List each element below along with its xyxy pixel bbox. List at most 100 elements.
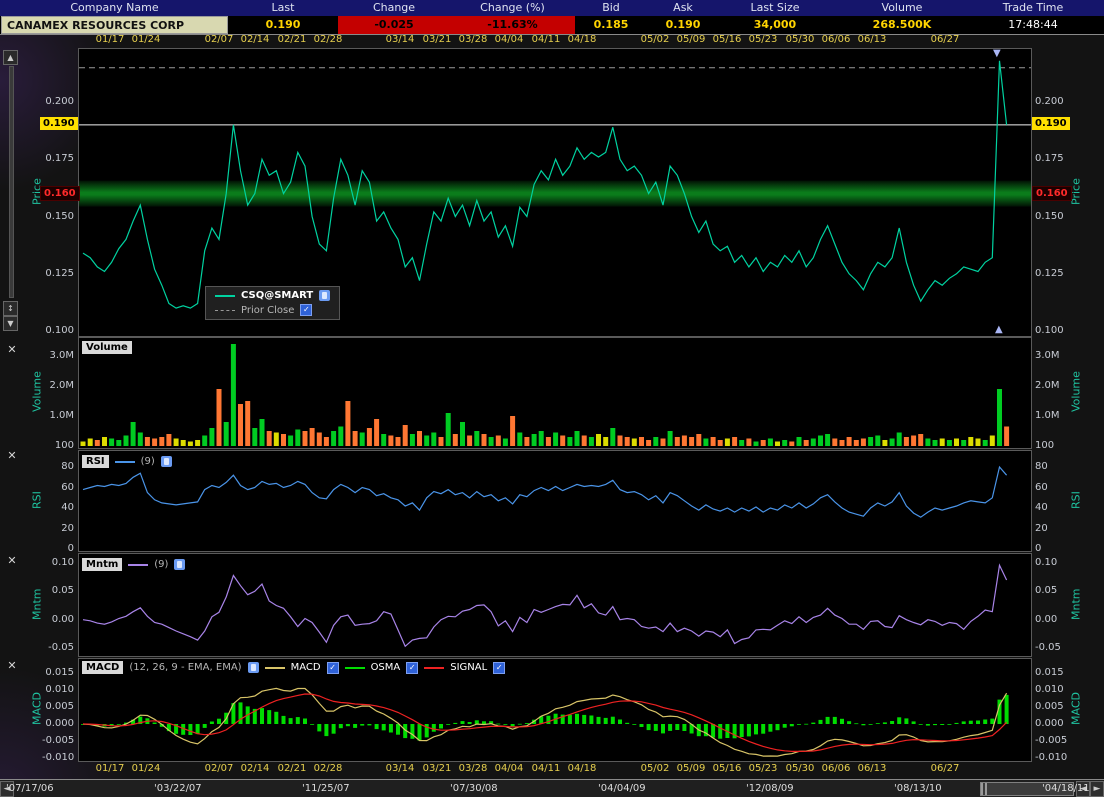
- mntm-chart[interactable]: [78, 553, 1032, 657]
- col-bid: Bid: [575, 0, 647, 16]
- price-line-sample: [215, 295, 235, 297]
- date-tick: 04/11: [532, 34, 561, 45]
- y-axis-tick: 0.200: [42, 96, 74, 107]
- alert-price-tag-left: 0.160: [40, 186, 80, 201]
- close-macd-panel-button[interactable]: ✕: [5, 659, 19, 673]
- mntm-axis-label-right: Mntm: [1069, 553, 1083, 655]
- bid-value: 0.185: [575, 16, 647, 34]
- y-axis-tick: 0.175: [42, 153, 74, 164]
- y-axis-tick: 100: [42, 440, 74, 451]
- top-date-axis: 01/1701/2402/0702/1402/2102/2803/1403/21…: [0, 34, 1104, 48]
- y-axis-tick: 0.125: [42, 268, 74, 279]
- y-axis-tick: -0.010: [42, 752, 74, 763]
- volume-panel-label: Volume: [82, 341, 132, 354]
- macd-legend: MACD (12, 26, 9 - EMA, EMA) MACD ✓ OSMA …: [82, 661, 505, 674]
- date-tick: 02/21: [278, 34, 307, 45]
- date-tick: 02/07: [205, 763, 234, 774]
- date-tick: 04/18: [568, 763, 597, 774]
- volume-chart[interactable]: [78, 337, 1032, 449]
- macd-axis-label: MACD: [30, 658, 44, 760]
- resize-icon: ↕: [7, 304, 14, 313]
- signal-checkbox[interactable]: ✓: [493, 662, 505, 674]
- col-trade-time: Trade Time: [973, 0, 1093, 16]
- low-marker-icon: ▲: [995, 325, 1003, 335]
- date-tick: 05/02: [641, 763, 670, 774]
- trading-app: Company Name Last Change Change (%) Bid …: [0, 0, 1104, 797]
- volume-value: 268.500K: [831, 16, 973, 34]
- volume-axis-label: Volume: [30, 337, 44, 447]
- y-axis-tick: 2.0M: [42, 380, 74, 391]
- y-axis-tick: 0.000: [42, 718, 74, 729]
- time-scrollbar[interactable]: ◄ '07/17/06'03/22/07'11/25/07'07/30/08'0…: [0, 779, 1104, 797]
- mntm-legend: Mntm (9): [82, 558, 185, 571]
- y-axis-tick: 20: [42, 523, 74, 534]
- scrollbar-date-label: '07/30/08: [450, 783, 498, 794]
- date-tick: 03/28: [459, 763, 488, 774]
- col-ask: Ask: [647, 0, 719, 16]
- rsi-axis-label-right: RSI: [1069, 450, 1083, 550]
- rsi-chart[interactable]: [78, 450, 1032, 552]
- macd-series-label: MACD: [291, 662, 321, 673]
- y-axis-tick: 0.150: [42, 211, 74, 222]
- date-tick: 05/30: [786, 34, 815, 45]
- high-marker-icon: ▼: [993, 49, 1001, 59]
- date-tick: 06/27: [931, 763, 960, 774]
- mntm-axis-label: Mntm: [30, 553, 44, 655]
- y-axis-tick: 0.100: [42, 325, 74, 336]
- date-tick: 06/06: [822, 763, 851, 774]
- date-tick: 01/24: [132, 34, 161, 45]
- mntm-settings-hand-icon[interactable]: [174, 559, 185, 570]
- rsi-axis-label: RSI: [30, 450, 44, 550]
- scroll-up-button[interactable]: ▲: [3, 50, 18, 65]
- up-arrow-icon: ▲: [7, 53, 13, 62]
- y-axis-tick: -0.05: [42, 642, 74, 653]
- y-axis-tick: 0.00: [42, 614, 74, 625]
- macd-panel-label: MACD: [82, 661, 123, 674]
- macd-checkbox[interactable]: ✓: [327, 662, 339, 674]
- symbol-label: CSQ@SMART: [241, 290, 313, 301]
- date-tick: 04/04: [495, 763, 524, 774]
- macd-axis-label-right: MACD: [1069, 658, 1083, 760]
- col-last-size: Last Size: [719, 0, 831, 16]
- scrollbar-date-label: '04/04/09: [598, 783, 646, 794]
- macd-settings-hand-icon[interactable]: [248, 662, 259, 673]
- date-tick: 05/23: [749, 34, 778, 45]
- scroll-down-button[interactable]: ▼: [3, 316, 18, 331]
- price-legend: CSQ@SMART Prior Close ✓: [205, 286, 340, 320]
- date-tick: 06/06: [822, 34, 851, 45]
- bottom-date-axis: 01/1701/2402/0702/1402/2102/2803/1403/21…: [0, 763, 1104, 777]
- change-pct-value: -11.63%: [450, 16, 575, 34]
- rsi-period-label: (9): [141, 456, 155, 467]
- y-axis-tick: 0.005: [42, 701, 74, 712]
- y-axis-tick: 60: [42, 482, 74, 493]
- jump-forward-button[interactable]: ►: [1090, 781, 1104, 797]
- series-settings-hand-icon[interactable]: [319, 290, 330, 301]
- close-icon: ✕: [7, 449, 16, 462]
- pane-resize-button[interactable]: ↕: [3, 301, 18, 316]
- col-volume: Volume: [831, 0, 973, 16]
- close-volume-panel-button[interactable]: ✕: [5, 343, 19, 357]
- scrollbar-date-label: '12/08/09: [746, 783, 794, 794]
- osma-checkbox[interactable]: ✓: [406, 662, 418, 674]
- last-price-tag-left: 0.190: [40, 117, 78, 130]
- close-mntm-panel-button[interactable]: ✕: [5, 554, 19, 568]
- y-axis-tick: 0.010: [42, 684, 74, 695]
- rsi-settings-hand-icon[interactable]: [161, 456, 172, 467]
- close-rsi-panel-button[interactable]: ✕: [5, 449, 19, 463]
- last-size-value: 34,000: [719, 16, 831, 34]
- prior-close-checkbox[interactable]: ✓: [300, 304, 312, 316]
- volume-axis-label-right: Volume: [1069, 337, 1083, 447]
- y-axis-tick: 0.015: [42, 667, 74, 678]
- osma-line-sample: [345, 667, 365, 669]
- scrollbar-date-label: '08/13/10: [894, 783, 942, 794]
- prior-close-line-sample: [215, 310, 235, 311]
- date-tick: 02/14: [241, 34, 270, 45]
- trade-time-value: 17:48:44: [973, 16, 1093, 34]
- y-axis-tick: 40: [42, 502, 74, 513]
- last-price-tag-right: 0.190: [1032, 117, 1070, 130]
- date-tick: 05/09: [677, 34, 706, 45]
- vertical-scrollbar[interactable]: [9, 66, 14, 298]
- y-axis-tick: 1.0M: [42, 410, 74, 421]
- col-change-pct: Change (%): [450, 0, 575, 16]
- col-last: Last: [228, 0, 338, 16]
